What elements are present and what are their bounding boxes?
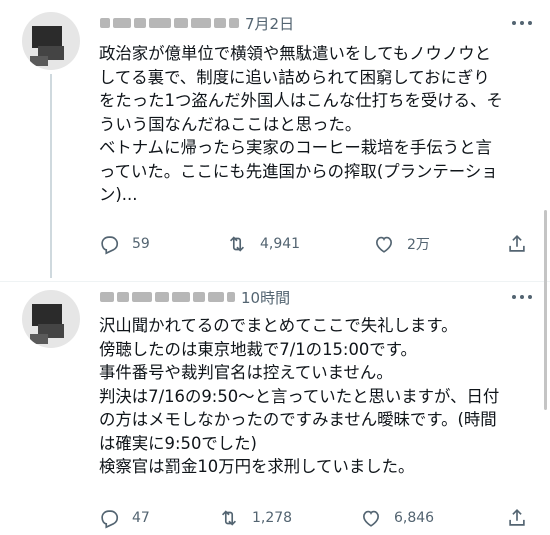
retweet-icon: [229, 236, 245, 252]
share-icon: [509, 235, 525, 252]
tweet-text: 政治家が億単位で横領や無駄遣いをしてもノウノウと してる裏で、制度に追い詰められ…: [99, 44, 503, 204]
like-icon: [363, 510, 379, 527]
scrollbar[interactable]: [544, 210, 547, 410]
retweet-icon: [221, 510, 237, 526]
retweet-button[interactable]: 4,941: [226, 232, 300, 256]
reply-count: 47: [132, 510, 150, 526]
reply-count: 59: [132, 236, 150, 252]
blurred-username[interactable]: [100, 292, 235, 302]
tweet-header: 10時間: [100, 286, 290, 308]
share-button[interactable]: [506, 232, 528, 256]
retweet-count: 4,941: [260, 236, 301, 252]
like-count: 2万: [407, 237, 430, 253]
like-button[interactable]: 6,846: [360, 506, 434, 530]
like-button[interactable]: 2万: [373, 232, 430, 256]
retweet-button[interactable]: 1,278: [218, 506, 292, 530]
reply-icon: [101, 510, 119, 529]
like-count: 6,846: [394, 510, 435, 526]
reply-icon: [101, 236, 119, 255]
retweet-count: 1,278: [252, 510, 293, 526]
tweet-2[interactable]: 10時間 沢山聞かれてるのでまとめてここで失礼します。 傍聴したのは東京地裁で7…: [0, 282, 550, 535]
more-icon[interactable]: [512, 294, 532, 300]
like-icon: [376, 236, 392, 253]
more-icon[interactable]: [512, 20, 532, 26]
reply-button[interactable]: 47: [98, 506, 150, 530]
blurred-username[interactable]: [100, 18, 239, 28]
tweet-timestamp[interactable]: 7月2日: [245, 13, 294, 34]
tweet-actions: 47 1,278 6,846: [98, 506, 538, 530]
share-icon: [509, 509, 525, 526]
tweet-1[interactable]: 7月2日 政治家が億単位で横領や無駄遣いをしてもノウノウと してる裏で、制度に追…: [0, 0, 550, 282]
share-button[interactable]: [506, 506, 528, 530]
thread-line: [50, 74, 52, 278]
tweet-text: 沢山聞かれてるのでまとめてここで失礼します。 傍聴したのは東京地裁で7/1の15…: [99, 316, 500, 476]
tweet-actions: 59 4,941 2万: [98, 232, 538, 256]
avatar[interactable]: [22, 12, 80, 70]
tweet-header: 7月2日: [100, 12, 294, 34]
reply-button[interactable]: 59: [98, 232, 150, 256]
tweet-timestamp[interactable]: 10時間: [241, 287, 290, 308]
avatar[interactable]: [22, 290, 80, 348]
